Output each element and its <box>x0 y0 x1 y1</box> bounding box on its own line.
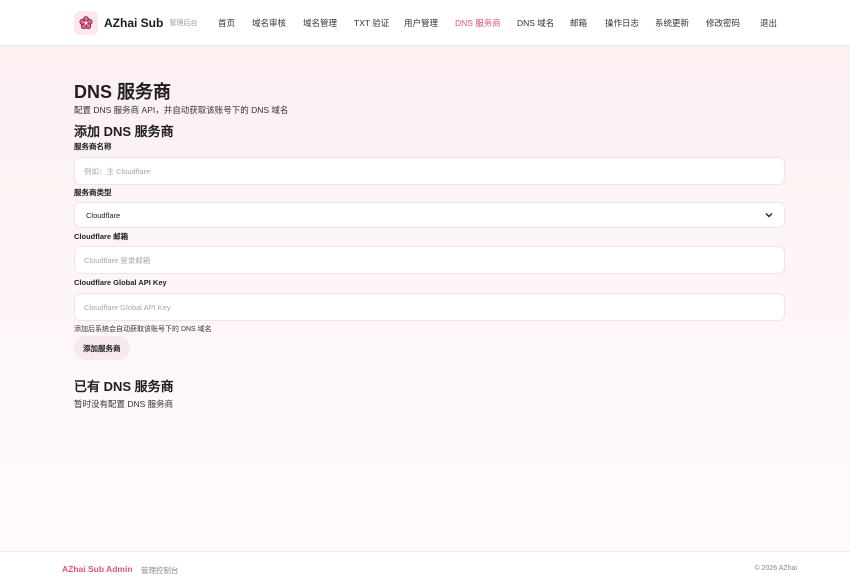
provider-name-input[interactable] <box>74 157 785 185</box>
provider-type-select[interactable]: Cloudflare <box>74 202 785 228</box>
cloudflare-email-label: Cloudflare 邮箱 <box>74 232 129 241</box>
copyright: © 2026 AZhai <box>754 565 797 572</box>
chevron-down-icon <box>765 211 773 219</box>
provider-type-label: 服务商类型 <box>74 188 112 197</box>
api-key-input[interactable] <box>74 293 785 321</box>
footer-brand: AZhai Sub Admin <box>62 564 133 574</box>
footer-subtitle: 管理控制台 <box>141 566 179 575</box>
cloudflare-email-input[interactable] <box>74 246 785 274</box>
nav-logout[interactable]: 退出 <box>760 17 777 29</box>
auto-fetch-hint: 添加后系统会自动获取该账号下的 DNS 域名 <box>74 326 212 333</box>
main-nav: 首页 域名审核 域名管理 TXT 验证 用户管理 DNS 服务商 DNS 域名 … <box>0 0 850 46</box>
nav-home[interactable]: 首页 <box>218 17 235 29</box>
provider-name-label: 服务商名称 <box>74 142 112 151</box>
add-provider-title: 添加 DNS 服务商 <box>74 124 174 139</box>
nav-domain-review[interactable]: 域名审核 <box>252 17 286 29</box>
nav-system-update[interactable]: 系统更新 <box>655 17 689 29</box>
existing-providers-title: 已有 DNS 服务商 <box>74 379 174 394</box>
nav-mailbox[interactable]: 邮箱 <box>570 17 587 29</box>
nav-operation-log[interactable]: 操作日志 <box>605 17 639 29</box>
add-provider-button[interactable]: 添加服务商 <box>74 336 130 360</box>
nav-user-management[interactable]: 用户管理 <box>404 17 438 29</box>
provider-type-value: Cloudflare <box>86 210 121 220</box>
page-description: 配置 DNS 服务商 API，并自动获取该账号下的 DNS 域名 <box>74 105 289 115</box>
empty-providers-message: 暂时没有配置 DNS 服务商 <box>74 399 174 409</box>
nav-dns-providers[interactable]: DNS 服务商 <box>455 17 501 29</box>
page-title: DNS 服务商 <box>74 82 172 102</box>
top-navbar: AZhai Sub 管理后台 首页 域名审核 域名管理 TXT 验证 用户管理 … <box>0 0 850 46</box>
footer: AZhai Sub Admin 管理控制台 © 2026 AZhai <box>0 551 850 588</box>
nav-domain-management[interactable]: 域名管理 <box>303 17 337 29</box>
nav-txt-verify[interactable]: TXT 验证 <box>354 17 389 29</box>
nav-change-password[interactable]: 修改密码 <box>706 17 740 29</box>
api-key-label: Cloudflare Global API Key <box>74 278 167 287</box>
nav-dns-domains[interactable]: DNS 域名 <box>517 17 554 29</box>
